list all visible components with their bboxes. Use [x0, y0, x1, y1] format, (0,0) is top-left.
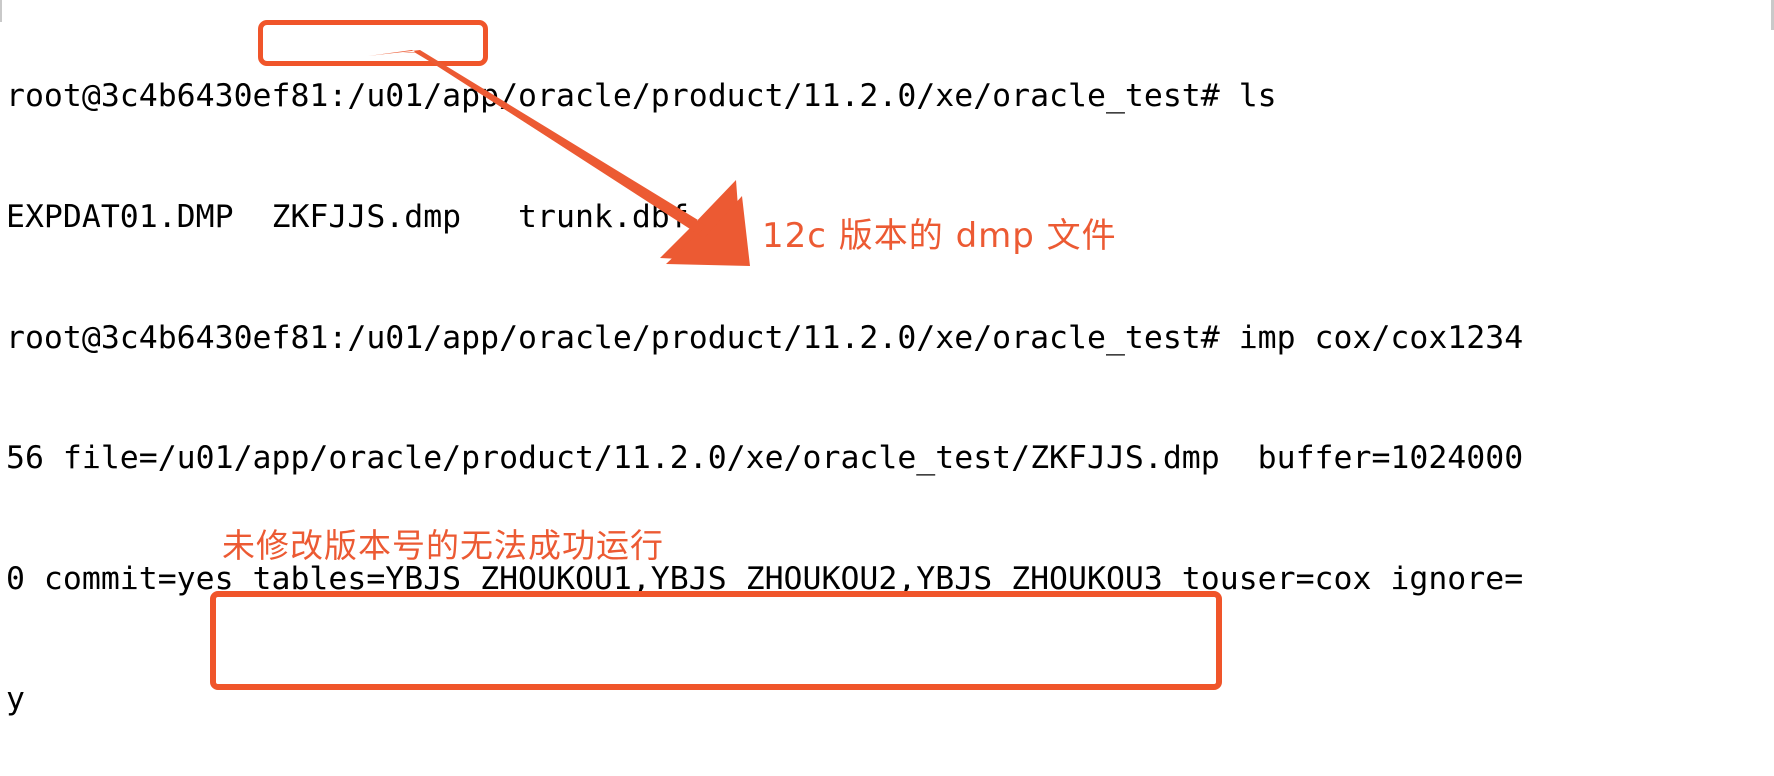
terminal-screenshot: root@3c4b6430ef81:/u01/app/oracle/produc…: [0, 0, 1774, 776]
highlight-box-import-errors: [210, 591, 1222, 690]
annotation-version-note: 未修改版本号的无法成功运行: [222, 526, 664, 565]
terminal-line: root@3c4b6430ef81:/u01/app/oracle/produc…: [6, 78, 1277, 115]
terminal-line: root@3c4b6430ef81:/u01/app/oracle/produc…: [6, 319, 1524, 356]
highlight-box-dmp-filename: [258, 20, 488, 66]
terminal-line: 56 file=/u01/app/oracle/product/11.2.0/x…: [6, 440, 1524, 477]
annotation-dmp-file-note: 12c 版本的 dmp 文件: [762, 216, 1117, 256]
